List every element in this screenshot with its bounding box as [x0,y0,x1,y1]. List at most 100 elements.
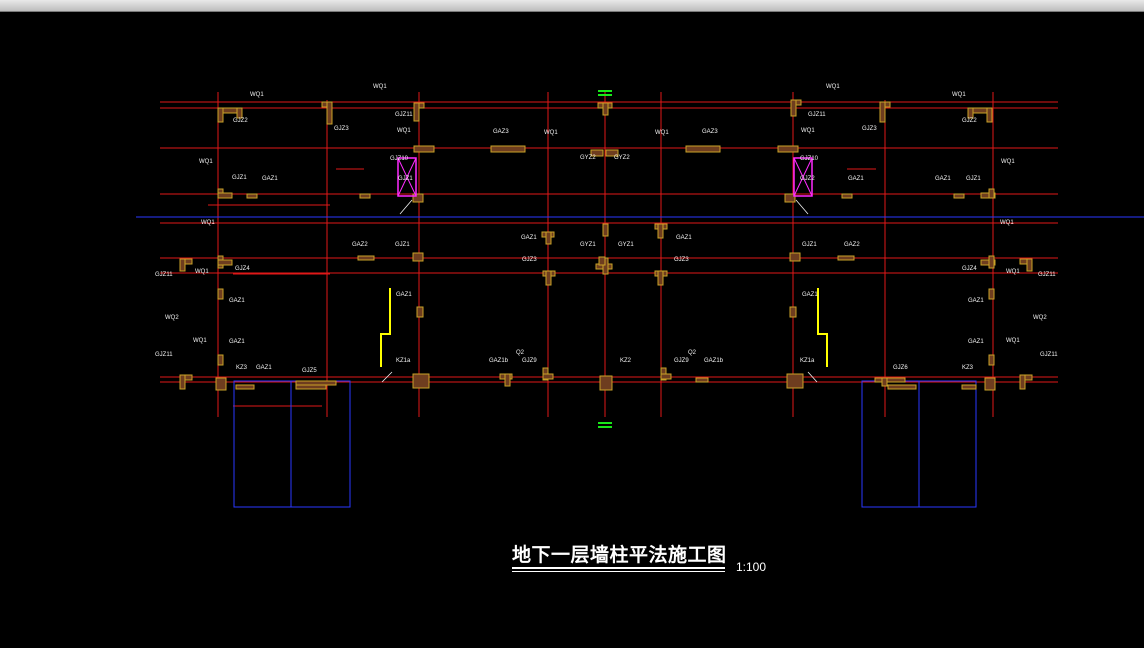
wall-column [413,102,420,122]
wall-column [967,107,974,119]
wall-column [416,306,424,318]
wall-column [602,102,609,116]
element-label: WQ1 [544,130,558,136]
wall-columns [179,99,1033,391]
blue-outline-box [233,380,351,508]
leader-line [795,199,809,215]
element-label: KZ3 [962,365,974,371]
element-label: Q2 [516,350,525,356]
element-label: GYZ1 [580,242,596,248]
element-label: KZ2 [620,358,632,364]
element-label: WQ1 [801,128,815,134]
element-label: WQ1 [193,338,207,344]
element-label: GAZ1 [968,339,984,345]
element-label: GYZ2 [580,155,596,161]
element-label: GJZ9 [674,358,689,364]
wall-column [412,252,424,262]
element-label: GAZ1b [489,358,509,364]
wall-column [984,377,996,391]
wall-column [660,373,672,380]
element-label: GJZ1 [802,242,817,248]
wall-column [986,107,993,123]
wall-column [215,377,227,391]
element-label: GJZ1 [966,176,981,182]
wall-column [988,255,995,269]
wall-column [961,384,977,390]
element-label: GAZ1b [704,358,724,364]
wall-column [217,354,224,366]
element-label: GAZ1 [802,292,818,298]
element-label: WQ1 [1006,338,1020,344]
wall-column [685,145,721,153]
wall-column [786,373,804,389]
element-label: GAZ3 [493,129,509,135]
wall-column [357,255,375,261]
element-label: GJZ9 [522,358,537,364]
title-underline-thin [512,571,725,572]
wall-column [295,384,327,390]
wall-column [988,354,995,366]
wall-column [236,107,243,119]
element-label: WQ1 [952,92,966,98]
wall-column [246,193,258,199]
element-label: GAZ1 [968,298,984,304]
wall-column [235,384,255,390]
wall-column [179,258,186,272]
element-label: GYZ1 [618,242,634,248]
wall-column [542,373,554,380]
element-label: GJZ3 [674,257,689,263]
wall-column [887,384,917,390]
element-label: WQ1 [1001,159,1015,165]
element-label: GAZ2 [352,242,368,248]
wall-column [657,223,664,239]
element-label: GJZ5 [302,368,317,374]
element-label: GAZ1 [229,339,245,345]
element-label: Q2 [688,350,697,356]
wall-column [953,193,965,199]
element-label: GJZ1 [398,176,413,182]
element-label: GJZ3 [334,126,349,132]
element-label: KZ1a [396,358,411,364]
element-label: WQ1 [199,159,213,165]
wall-column [412,373,430,389]
element-label: GAZ1 [676,235,692,241]
element-label: KZ3 [236,365,248,371]
element-label: WQ1 [201,220,215,226]
element-label: GAZ1 [935,176,951,182]
wall-column [217,107,224,123]
wall-column [217,192,233,199]
drawing-scale: 1:100 [736,560,767,574]
element-label: GJZ11 [155,352,173,358]
wall-column [777,145,799,153]
wall-column [295,380,337,386]
wall-column [545,231,552,245]
element-label: GJZ11 [1038,272,1056,278]
element-label: KZ1a [800,358,815,364]
wall-column [599,375,613,391]
element-label: GAZ1 [521,235,537,241]
wall-column [841,193,853,199]
wall-column [217,288,224,300]
wall-column [598,256,606,266]
wall-column [504,373,511,387]
wall-column [1019,374,1026,390]
element-label: GJZ4 [962,266,977,272]
wall-column [988,288,995,300]
wall-column [874,377,906,383]
element-label: GJZ10 [800,156,819,162]
window-title-bar [0,0,1144,12]
wall-column [217,259,233,266]
element-label: GJZ6 [893,365,908,371]
wall-column [545,270,552,286]
yellow-wall-line [817,288,828,367]
element-label: GJZ11 [395,112,413,118]
element-label: GJZ11 [808,112,826,118]
element-label: GAZ1 [848,176,864,182]
wall-column [326,101,333,125]
element-label: GJZ4 [235,266,250,272]
element-label: GJZ2 [800,176,815,182]
wall-column [359,193,371,199]
leader-line [399,199,413,215]
wall-column [412,193,424,203]
element-label: WQ1 [250,92,264,98]
